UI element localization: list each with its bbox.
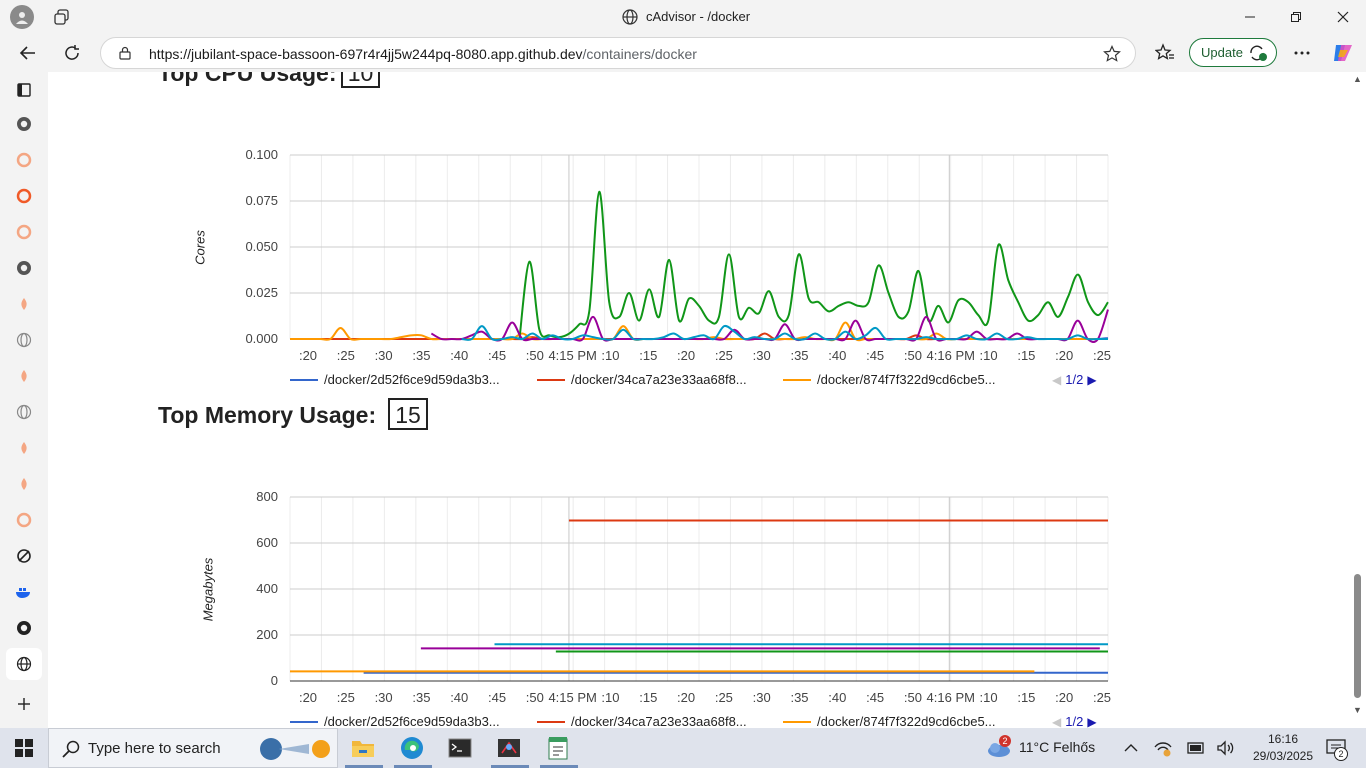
prometheus-tab-icon[interactable] [14,294,34,314]
snipping-tool-icon[interactable] [495,735,523,761]
memory-legend-pager: ◀ 1/2 ▶ [1052,714,1097,728]
prometheus-tab-icon[interactable] [14,438,34,458]
workspaces-icon[interactable] [52,7,72,27]
legend-page-label: 1/2 [1065,714,1084,728]
battery-icon[interactable] [1184,738,1206,758]
github-tab-icon[interactable] [14,618,34,638]
memory-y-tick-label: 800 [256,489,278,504]
restore-icon[interactable] [1286,7,1306,27]
terminal-icon[interactable] [446,735,474,761]
docker-tab-icon[interactable] [14,582,34,602]
weather-badge: 2 [999,735,1011,747]
grafana-tab-icon[interactable] [14,222,34,242]
edge-browser-icon[interactable] [398,734,426,762]
taskbar-search[interactable]: Type here to search [48,728,338,768]
back-arrow-icon[interactable] [17,42,39,64]
legend-swatch [537,720,565,723]
legend-swatch [783,720,811,723]
legend-next-icon[interactable]: ▶ [1087,715,1096,729]
update-badge-icon [1248,44,1268,65]
legend-label: /docker/874f7f322d9cd6cbe5... [817,714,996,728]
browser-toolbar: https://jubilant-space-bassoon-697r4r4jj… [0,34,1366,72]
title-bar: cAdvisor - /docker [0,0,1366,34]
memory-y-tick-label: 200 [256,627,278,642]
profile-avatar-icon[interactable] [10,5,34,29]
windows-start-icon[interactable] [14,738,34,758]
url-text[interactable]: https://jubilant-space-bassoon-697r4r4jj… [149,46,697,62]
memory-y-tick-label: 400 [256,581,278,596]
page-scrollbar[interactable]: ▲ ▼ [1348,72,1366,728]
scroll-up-icon[interactable]: ▲ [1353,74,1362,84]
grafana-tab-icon[interactable] [14,186,34,206]
page-content: Top CPU Usage: 10 0.100 0.075 0.050 0.025 0.… [48,72,1348,728]
scroll-down-icon[interactable]: ▼ [1353,705,1362,715]
file-explorer-icon[interactable] [349,734,377,762]
new-tab-icon[interactable] [14,694,34,714]
url-host: https://jubilant-space-bassoon-697r4r4jj… [149,46,583,62]
memory-legend-item: /docker/2d52f6ce9d59da3b3... [290,714,500,728]
clock-date[interactable]: 29/03/2025 [1250,749,1316,763]
github-tab-icon[interactable] [14,258,34,278]
address-bar[interactable]: https://jubilant-space-bassoon-697r4r4jj… [100,37,1136,69]
weather-text[interactable]: 11°C Felhős [1019,739,1095,755]
legend-label: /docker/34ca7a23e33aa68f8... [571,714,747,728]
lock-icon[interactable] [117,45,133,61]
search-placeholder: Type here to search [88,740,221,757]
windows-taskbar: Type here to search 2 11°C Felhős 16:16 … [0,728,1366,768]
globe-tab-icon[interactable] [14,330,34,350]
chevron-up-icon[interactable] [1121,738,1141,758]
memory-y-tick-label: 0 [270,673,278,688]
more-menu-icon[interactable] [1291,42,1313,64]
close-icon[interactable] [1333,7,1353,27]
update-button[interactable]: Update [1189,38,1277,67]
grafana-tab-icon[interactable] [14,150,34,170]
memory-y-tick-label: 600 [256,535,278,550]
globe-tab-icon[interactable] [14,402,34,422]
legend-label: /docker/2d52f6ce9d59da3b3... [324,714,500,728]
update-label: Update [1201,45,1243,60]
legend-swatch [290,720,318,723]
vertical-tabs-sidebar [0,72,48,728]
scrollbar-thumb[interactable] [1354,574,1361,698]
favorite-star-icon[interactable] [1102,44,1122,64]
memory-ylabel: Megabytes [200,557,216,622]
minimize-icon[interactable] [1240,7,1260,27]
memory-legend-item: /docker/34ca7a23e33aa68f8... [537,714,747,728]
volume-icon[interactable] [1215,738,1237,758]
search-icon [61,739,81,759]
notification-count: 2 [1334,747,1348,761]
github-tab-icon[interactable] [14,114,34,134]
network-icon[interactable] [1152,738,1174,758]
window-title: cAdvisor - /docker [646,9,751,24]
url-path: /containers/docker [582,46,697,62]
favorites-icon[interactable] [1154,42,1176,64]
refresh-icon[interactable] [61,42,83,64]
globe-tab-icon [14,654,34,674]
prometheus-tab-icon[interactable] [14,366,34,386]
memory-x-tick-label: :25 [1092,690,1112,705]
active-tab[interactable] [6,648,42,680]
tab-actions-icon[interactable] [14,80,34,100]
memory-legend-item: /docker/874f7f322d9cd6cbe5... [783,714,996,728]
search-highlight-icon [257,736,333,762]
clock-time[interactable]: 16:16 [1250,732,1316,746]
copilot-icon[interactable] [1331,41,1355,65]
legend-prev-icon[interactable]: ◀ [1052,715,1061,729]
globe-icon [621,8,639,26]
prometheus-tab-icon[interactable] [14,474,34,494]
grafana-tab-icon[interactable] [14,510,34,530]
notepad-icon[interactable] [544,734,572,762]
disabled-tab-icon[interactable] [14,546,34,566]
